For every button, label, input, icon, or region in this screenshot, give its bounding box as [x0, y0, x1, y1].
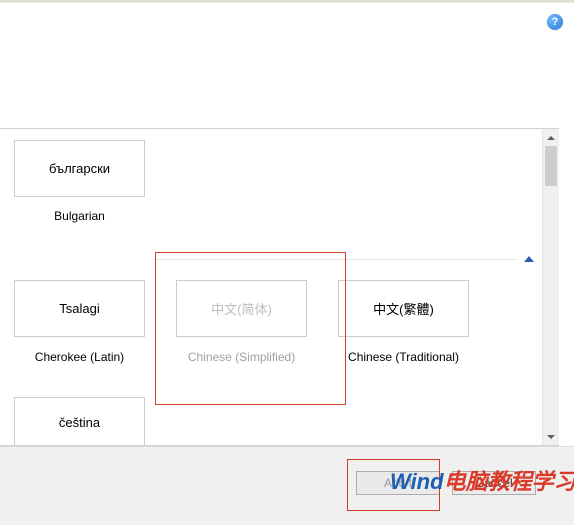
dialog-button-bar: Add t Cancel — [0, 446, 574, 525]
language-tile-cherokee[interactable]: Tsalagi — [14, 280, 145, 337]
cancel-button[interactable]: Cancel — [452, 471, 536, 495]
language-content-area: български Bulgarian Tsalagi Cherokee (La… — [0, 129, 542, 445]
chevron-down-icon — [547, 435, 555, 439]
language-tile-chinese-simplified: 中文(简体) — [176, 280, 307, 337]
window-top-border — [0, 0, 574, 3]
scroll-thumb[interactable] — [545, 146, 557, 186]
language-caption-bulgarian: Bulgarian — [14, 209, 145, 223]
language-tile-bulgarian[interactable]: български — [14, 140, 145, 197]
language-list-panel: български Bulgarian Tsalagi Cherokee (La… — [0, 128, 559, 446]
scroll-up-button[interactable] — [543, 129, 559, 146]
help-icon[interactable]: ? — [547, 14, 563, 30]
group-separator — [155, 259, 517, 260]
collapse-arrow-icon[interactable] — [524, 256, 534, 262]
language-caption-chinese-traditional: Chinese (Traditional) — [338, 350, 469, 364]
language-caption-cherokee: Cherokee (Latin) — [14, 350, 145, 364]
scrollbar-vertical[interactable] — [542, 129, 559, 445]
chevron-up-icon — [547, 136, 555, 140]
add-button[interactable]: Add t — [356, 471, 440, 495]
language-tile-chinese-traditional[interactable]: 中文(繁體) — [338, 280, 469, 337]
language-caption-chinese-simplified: Chinese (Simplified) — [176, 350, 307, 364]
scroll-down-button[interactable] — [543, 428, 559, 445]
language-tile-czech[interactable]: čeština — [14, 397, 145, 445]
